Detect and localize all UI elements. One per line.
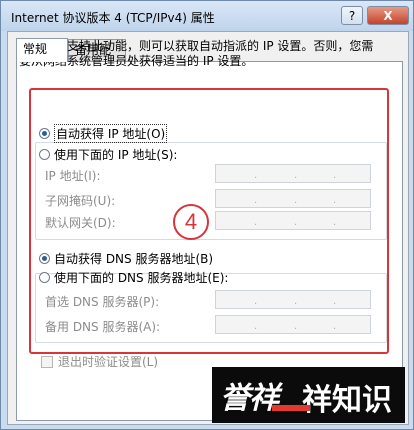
title-bar: Internet 协议版本 4 (TCP/IPv4) 属性 ? X [1, 1, 413, 31]
default-gateway-label: 默认网关(D): [45, 216, 116, 230]
dns-auto-label: 自动获得 DNS 服务器地址(B) [54, 251, 214, 266]
dns-manual-label: 使用下面的 DNS 服务器地址(E): [54, 270, 229, 285]
ip-auto-label: 自动获得 IP 地址(O) [54, 123, 168, 143]
validate-on-exit-option[interactable]: 退出时验证设置(L) [41, 353, 158, 370]
annotation-number: 4 [173, 204, 209, 240]
validate-label: 退出时验证设置(L) [58, 355, 159, 369]
subnet-mask-label: 子网掩码(U): [45, 194, 116, 208]
dialog-window: Internet 协议版本 4 (TCP/IPv4) 属性 ? X 常规 备用配… [0, 0, 414, 430]
dns-manual-option[interactable]: 使用下面的 DNS 服务器地址(E): [39, 269, 228, 285]
ip-auto-option[interactable]: 自动获得 IP 地址(O) [39, 123, 168, 143]
watermark: 誉祥 祥知识 [212, 367, 405, 423]
close-button[interactable]: X [367, 6, 409, 25]
subnet-mask-field[interactable]: ... [215, 189, 371, 208]
ip-manual-radio[interactable] [39, 148, 50, 160]
watermark-logo-text: 誉祥 [220, 381, 279, 416]
ip-manual-label: 使用下面的 IP 地址(S): [54, 147, 178, 162]
window-title: Internet 协议版本 4 (TCP/IPv4) 属性 [11, 11, 215, 25]
validate-checkbox[interactable] [41, 355, 53, 368]
ip-manual-option[interactable]: 使用下面的 IP 地址(S): [39, 146, 177, 162]
watermark-underline [272, 405, 310, 411]
alternate-dns-label: 备用 DNS 服务器(A): [45, 320, 161, 334]
ip-address-field[interactable]: ... [215, 164, 371, 183]
dns-auto-radio[interactable] [39, 252, 50, 264]
default-gateway-field[interactable]: ... [215, 211, 371, 230]
ip-auto-radio[interactable] [39, 127, 50, 139]
description-text: 如果网络支持此功能，则可以获取自动指派的 IP 设置。否则，您需要从网络系统管理… [19, 39, 374, 68]
ip-address-label: IP 地址(I): [45, 169, 101, 183]
dns-manual-radio[interactable] [39, 271, 50, 283]
tab-general[interactable]: 常规 [16, 38, 68, 62]
preferred-dns-field[interactable]: ... [215, 290, 371, 309]
watermark-text: 祥知识 [302, 383, 392, 418]
help-button[interactable]: ? [341, 6, 363, 25]
dns-auto-option[interactable]: 自动获得 DNS 服务器地址(B) [39, 250, 213, 266]
preferred-dns-label: 首选 DNS 服务器(P): [45, 295, 160, 309]
alternate-dns-field[interactable]: ... [215, 315, 371, 334]
